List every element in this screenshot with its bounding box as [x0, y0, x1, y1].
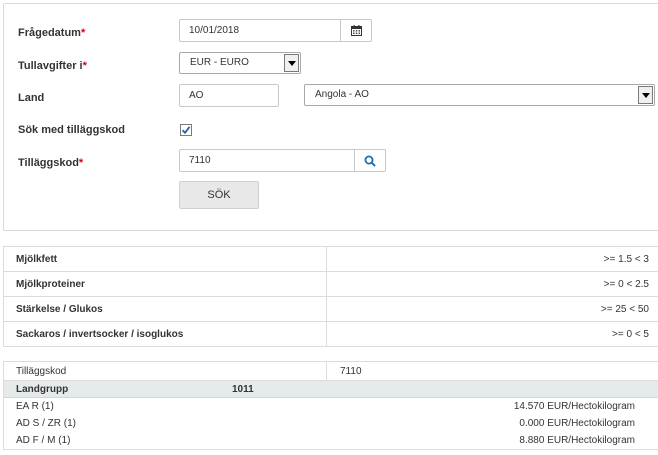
additional-code-toggle-label: Sök med tilläggskod [18, 124, 125, 136]
table-row: Mjölkfett >= 1.5 < 3 [3, 246, 658, 272]
attribute-name: Stärkelse / Glukos [3, 296, 327, 322]
query-date-input[interactable]: 10/01/2018 [179, 19, 341, 42]
duty-name: AD S / ZR (1) [16, 418, 77, 429]
duty-value: 8.880 EUR/Hectokilogram [519, 435, 635, 446]
chevron-down-icon[interactable] [638, 86, 653, 104]
duty-value: 14.570 EUR/Hectokilogram [513, 401, 635, 412]
currency-selected-value: EUR - EURO [190, 57, 249, 68]
attributes-table: Mjölkfett >= 1.5 < 3 Mjölkproteiner >= 0… [3, 246, 658, 347]
calendar-button[interactable] [340, 19, 372, 42]
country-group-label: Landgrupp [16, 384, 69, 395]
result-code-value: 7110 [340, 366, 362, 377]
currency-select[interactable]: EUR - EURO [179, 52, 301, 74]
result-code-row: Tilläggskod 7110 [4, 362, 658, 381]
country-select[interactable]: Angola - AO [304, 84, 655, 106]
currency-label: Tullavgifter i* [18, 60, 87, 72]
country-label: Land [18, 92, 45, 104]
attribute-name: Sackaros / invertsocker / isoglukos [3, 321, 327, 347]
table-row: Mjölkproteiner >= 0 < 2.5 [3, 271, 658, 297]
duty-name: EA R (1) [16, 401, 54, 412]
search-form-panel: Frågedatum* 10/01/2018 Tullavgifter i* E… [3, 3, 658, 231]
search-icon [364, 155, 376, 167]
attribute-value: >= 1.5 < 3 [326, 246, 658, 272]
attribute-value: >= 25 < 50 [326, 296, 658, 322]
attribute-value: >= 0 < 2.5 [326, 271, 658, 297]
table-row: Sackaros / invertsocker / isoglukos >= 0… [3, 321, 658, 347]
attribute-name: Mjölkfett [3, 246, 327, 272]
country-code-input[interactable]: AO [179, 84, 279, 107]
country-group-row: Landgrupp 1011 [4, 381, 658, 398]
country-selected-value: Angola - AO [315, 89, 369, 100]
country-group-value: 1011 [232, 384, 254, 395]
additional-code-label: Tilläggskod* [18, 157, 84, 169]
result-code-label: Tilläggskod [16, 366, 67, 377]
duty-result-table: Tilläggskod 7110 Landgrupp 1011 EA R (1)… [3, 361, 658, 450]
duty-name: AD F / M (1) [16, 435, 71, 446]
duty-row: AD F / M (1) 8.880 EUR/Hectokilogram [4, 432, 658, 449]
duty-value: 0.000 EUR/Hectokilogram [519, 418, 635, 429]
query-date-label: Frågedatum* [18, 27, 86, 39]
duty-row: EA R (1) 14.570 EUR/Hectokilogram [4, 398, 658, 415]
checkmark-icon [181, 126, 191, 135]
chevron-down-icon[interactable] [284, 54, 299, 72]
attribute-value: >= 0 < 5 [326, 321, 658, 347]
duty-row: AD S / ZR (1) 0.000 EUR/Hectokilogram [4, 415, 658, 432]
additional-code-checkbox[interactable] [180, 124, 192, 136]
attribute-name: Mjölkproteiner [3, 271, 327, 297]
additional-code-search-button[interactable] [354, 149, 386, 172]
search-button[interactable]: SÖK [179, 181, 259, 209]
additional-code-input[interactable]: 7110 [179, 149, 355, 172]
calendar-icon [350, 25, 362, 36]
table-row: Stärkelse / Glukos >= 25 < 50 [3, 296, 658, 322]
